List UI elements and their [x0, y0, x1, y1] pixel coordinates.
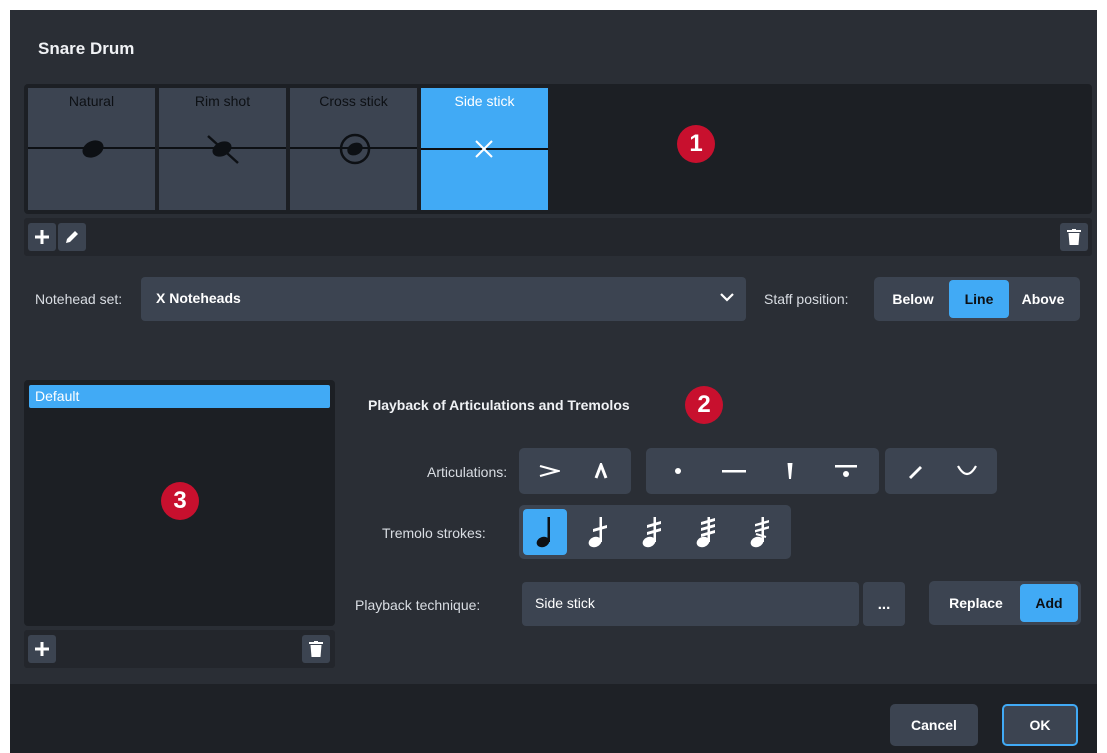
technique-tile-rim-shot[interactable]: Rim shot	[159, 88, 286, 210]
playback-technique-label: Playback technique:	[355, 597, 481, 613]
more-options-button[interactable]: ...	[863, 582, 905, 626]
tremolo-3-strokes-icon[interactable]	[684, 509, 728, 555]
notehead-set-value: X Noteheads	[156, 290, 241, 306]
callout-2: 2	[685, 386, 723, 424]
technique-label: Natural	[68, 93, 115, 109]
technique-label: Side stick	[454, 93, 515, 109]
staff-position-label: Staff position:	[764, 291, 849, 307]
slashed-notehead-icon	[159, 135, 286, 164]
edit-technique-button[interactable]	[58, 223, 86, 251]
tremolo-strokes-group	[519, 505, 791, 559]
pencil-icon	[66, 231, 78, 243]
list-item[interactable]: Default	[29, 385, 330, 408]
playback-technique-value: Side stick	[535, 595, 595, 611]
staff-position-line[interactable]: Line	[949, 280, 1009, 318]
techniques-strip: Natural Rim shot Cross stick Side stick	[24, 84, 1092, 214]
staff-position-below[interactable]: Below	[877, 280, 949, 318]
mode-replace-button[interactable]: Replace	[932, 584, 1020, 622]
technique-label: Cross stick	[319, 93, 388, 109]
section-heading: Playback of Articulations and Tremolos	[368, 397, 630, 413]
playback-mode-segmented: Replace Add	[929, 581, 1081, 625]
tremolo-strokes-label: Tremolo strokes:	[382, 525, 486, 541]
articulations-group-stress	[885, 448, 997, 494]
ok-button[interactable]: OK	[1002, 704, 1078, 746]
dialog-footer: Cancel OK	[10, 684, 1097, 753]
playback-technique-field[interactable]: Side stick	[522, 582, 859, 626]
delete-technique-button[interactable]	[1060, 223, 1088, 251]
plus-icon	[35, 230, 49, 244]
mode-add-button[interactable]: Add	[1020, 584, 1078, 622]
tremolo-0-strokes-icon[interactable]	[523, 509, 567, 555]
staff-position-above[interactable]: Above	[1009, 280, 1077, 318]
snare-drum-dialog: Snare Drum Natural Rim shot Cross stick	[10, 10, 1097, 753]
callout-1: 1	[677, 125, 715, 163]
tremolo-2-strokes-icon[interactable]	[630, 509, 674, 555]
tenuto-staccato-icon[interactable]	[818, 448, 874, 494]
chevron-down-icon	[720, 293, 734, 302]
technique-tile-side-stick[interactable]: Side stick	[421, 88, 548, 210]
marcato-icon[interactable]	[575, 448, 627, 494]
plus-icon	[35, 642, 49, 656]
callout-3: 3	[161, 482, 199, 520]
dialog-title: Snare Drum	[38, 39, 135, 58]
tenuto-icon[interactable]	[706, 448, 762, 494]
techniques-toolbar	[24, 218, 1092, 256]
articulations-group-accents	[519, 448, 631, 494]
stress-icon[interactable]	[889, 448, 941, 494]
cancel-button[interactable]: Cancel	[890, 704, 978, 746]
notehead-set-select[interactable]: X Noteheads	[141, 277, 746, 321]
x-notehead-icon	[421, 140, 548, 158]
staff-position-segmented: Below Line Above	[874, 277, 1080, 321]
trash-icon	[1067, 229, 1081, 245]
filled-notehead-icon	[28, 140, 155, 158]
tremolo-1-stroke-icon[interactable]	[576, 509, 620, 555]
staccatissimo-icon[interactable]	[762, 448, 818, 494]
circled-notehead-icon	[290, 133, 417, 165]
technique-label: Rim shot	[194, 93, 251, 109]
add-technique-button[interactable]	[28, 223, 56, 251]
delete-playback-button[interactable]	[302, 635, 330, 663]
technique-tile-natural[interactable]: Natural	[28, 88, 155, 210]
tremolo-buzz-roll-icon[interactable]	[738, 509, 782, 555]
trash-icon	[309, 641, 323, 657]
unstress-icon[interactable]	[941, 448, 993, 494]
accent-icon[interactable]	[523, 448, 575, 494]
notehead-set-label: Notehead set:	[35, 291, 123, 307]
technique-tile-cross-stick[interactable]: Cross stick	[290, 88, 417, 210]
playback-list-toolbar	[24, 630, 335, 668]
staccato-icon[interactable]	[650, 448, 706, 494]
articulations-group-durations	[646, 448, 879, 494]
add-playback-button[interactable]	[28, 635, 56, 663]
articulations-label: Articulations:	[427, 464, 508, 480]
